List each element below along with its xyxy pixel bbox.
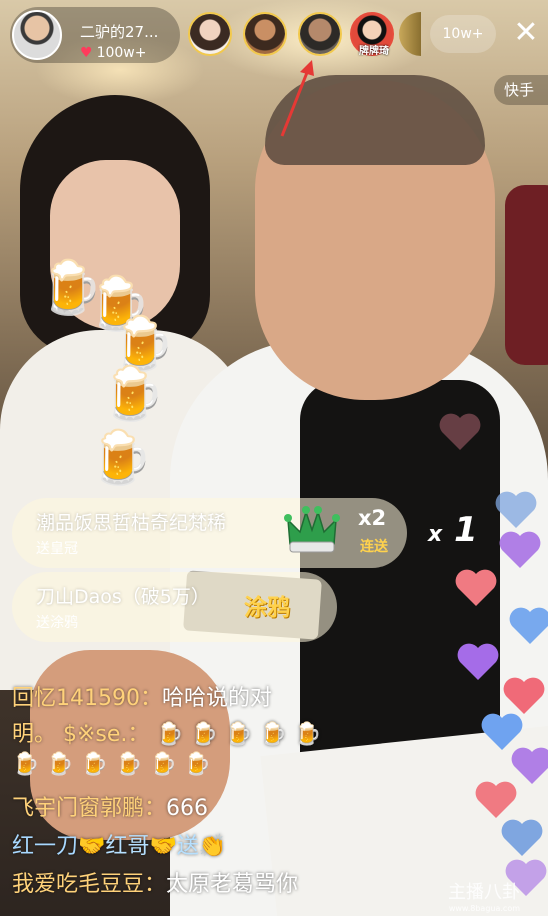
host-name: 二驴的27... — [80, 23, 159, 41]
gift-sender-name: 潮品饭思哲枯奇纪梵稀 — [36, 512, 227, 534]
comment-item[interactable]: 红一刀🤝红哥🤝送👏 — [12, 828, 226, 860]
chair — [505, 185, 548, 365]
comment-username[interactable]: 红一刀 — [12, 834, 78, 859]
gift-action: 送皇冠 — [36, 541, 78, 557]
gift-sender-name: 刀山Daos（破5万） — [36, 586, 210, 608]
heart-icon — [457, 643, 499, 680]
comment-text: 太原老葛骂你 — [166, 872, 299, 897]
comment-text: 红哥 — [105, 834, 150, 859]
watermark-text: 主播八卦 — [448, 882, 520, 903]
heart-icon — [501, 819, 543, 856]
viewer-avatar-image — [300, 14, 340, 54]
viewer-avatar-4-label: 牌牌琦 — [359, 46, 389, 57]
watermark-url: www.8bagua.com — [448, 904, 520, 913]
beer-icon: 🍺 🍺 🍺 🍺 🍺 — [156, 722, 322, 747]
beer-icon: 🍺 — [110, 314, 175, 374]
heart-icon — [439, 413, 481, 450]
comment-username[interactable]: 回忆141590： — [12, 686, 162, 711]
heart-icon — [499, 531, 541, 568]
gift-banner-crown[interactable]: 潮品饭思哲枯奇纪梵稀 送皇冠 x2 连送 — [12, 498, 407, 568]
viewer-avatar-1[interactable] — [188, 12, 232, 56]
comment-item[interactable]: 回忆141590：哈哈说的对 — [12, 680, 272, 712]
host-avatar[interactable] — [12, 10, 62, 60]
beer-icon: 🍺 — [88, 428, 153, 488]
comment-item[interactable]: 明。 $※se.： 🍺 🍺 🍺 🍺 🍺 — [12, 716, 321, 748]
viewer-avatar-image — [245, 14, 285, 54]
live-video-background — [0, 0, 548, 916]
kuai-button[interactable]: 快手 — [494, 75, 548, 105]
comment-item[interactable]: 飞宇门窗郭鹏：666 — [12, 790, 208, 822]
handshake-icon: 🤝 — [78, 834, 106, 859]
heart-icon — [475, 781, 517, 818]
comment-username[interactable]: 明。 $※se.： — [12, 722, 149, 747]
combo-counter: x 1 — [428, 510, 478, 550]
viewer-avatar-3[interactable] — [298, 12, 342, 56]
viewer-avatar-2[interactable] — [243, 12, 287, 56]
close-icon[interactable]: ✕ — [510, 18, 542, 50]
combo-x: x — [428, 522, 443, 547]
red-arrow-icon — [280, 60, 314, 137]
heart-icon — [495, 491, 537, 528]
heart-icon — [455, 569, 497, 606]
gift-banner-graffiti[interactable]: 刀山Daos（破5万） 送涂鸦 涂鸦 — [12, 572, 337, 642]
host-card[interactable]: 二驴的27... ♥ 100w+ — [10, 7, 180, 63]
comment-text: 666 — [166, 796, 209, 821]
viewer-avatar-image — [190, 14, 230, 54]
host-likes-count: 100w+ — [96, 45, 147, 61]
combo-number: 1 — [454, 510, 478, 550]
graffiti-gift-label: 涂鸦 — [244, 595, 290, 621]
comment-send-label: 送 — [176, 834, 199, 859]
heart-icon — [503, 677, 545, 714]
comment-username[interactable]: 我爱吃毛豆豆： — [12, 872, 166, 897]
viewer-count-pill[interactable]: 10w+ — [430, 15, 496, 53]
comment-username[interactable]: 飞宇门窗郭鹏： — [12, 796, 166, 821]
heart-icon — [509, 607, 548, 644]
host-likes: ♥ 100w+ — [80, 45, 146, 61]
watermark: 主播八卦 www.8bagua.com — [448, 878, 520, 913]
comment-item[interactable]: 我爱吃毛豆豆：太原老葛骂你 — [12, 866, 298, 898]
heart-icon: ♥ — [80, 45, 93, 61]
clap-icon: 👏 — [198, 834, 227, 859]
comment-text: 哈哈说的对 — [161, 686, 272, 711]
crown-icon — [284, 506, 340, 553]
gift-multiplier: x2 — [358, 506, 387, 530]
gift-action: 送涂鸦 — [36, 615, 78, 631]
comment-beer-row: 🍺 🍺 🍺 🍺 🍺 🍺 — [12, 752, 212, 777]
handshake-icon: 🤝 — [149, 834, 177, 859]
gift-combo-label: 连送 — [360, 539, 388, 555]
beer-icon: 🍺 — [100, 364, 165, 424]
